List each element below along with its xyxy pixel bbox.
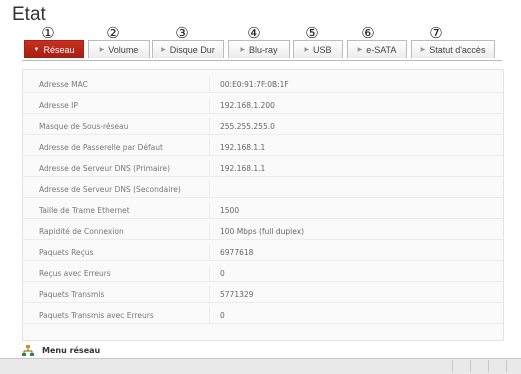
tab-label: Blu-ray bbox=[249, 44, 278, 55]
row-value: 6977618 bbox=[220, 248, 254, 257]
row-value: 0 bbox=[220, 311, 225, 320]
caret-right-icon: ▶ bbox=[420, 47, 426, 53]
caret-right-icon: ▶ bbox=[161, 47, 166, 53]
row-label: Adresse MAC bbox=[39, 80, 88, 89]
table-row: Adresse MAC 00:E0:91:7F:0B:1F bbox=[23, 76, 503, 93]
row-value: 5771329 bbox=[220, 290, 254, 299]
row-value: 192.168.1.200 bbox=[220, 101, 275, 110]
network-status-table: Adresse MAC 00:E0:91:7F:0B:1F Adresse IP… bbox=[22, 69, 504, 341]
row-value: 00:E0:91:7F:0B:1F bbox=[220, 80, 289, 89]
tab-disque-dur[interactable]: ▶ Disque Dur bbox=[152, 40, 224, 58]
caret-right-icon: ▶ bbox=[99, 47, 105, 53]
table-row: Masque de Sous-réseau 255.255.255.0 bbox=[23, 118, 503, 135]
table-row: Paquets Transmis 5771329 bbox=[23, 286, 503, 303]
row-value: 100 Mbps (full duplex) bbox=[220, 227, 305, 236]
table-row: Rapidité de Connexion 100 Mbps (full dup… bbox=[23, 223, 503, 240]
row-label: Masque de Sous-réseau bbox=[39, 122, 129, 131]
row-label: Adresse de Serveur DNS (Primaire) bbox=[39, 164, 171, 173]
row-label: Rapidité de Connexion bbox=[39, 227, 124, 236]
row-value: 192.168.1.1 bbox=[220, 143, 266, 152]
tab-label: e-SATA bbox=[366, 44, 397, 55]
tab-e-sata[interactable]: ▶ e-SATA bbox=[347, 40, 407, 58]
menu-reseau-label: Menu réseau bbox=[42, 346, 101, 355]
row-label: Adresse de Serveur DNS (Secondaire) bbox=[39, 185, 181, 194]
tab-reseau[interactable]: ▼ Réseau bbox=[24, 40, 84, 58]
row-label: Adresse de Passerelle par Défaut bbox=[39, 143, 163, 152]
row-label: Adresse IP bbox=[39, 101, 78, 110]
caret-right-icon: ▶ bbox=[240, 47, 246, 53]
table-row: Adresse de Serveur DNS (Primaire) 192.16… bbox=[23, 160, 503, 177]
row-value: 0 bbox=[220, 269, 225, 278]
network-icon bbox=[22, 345, 34, 356]
status-tab-bar: ▼ Réseau ▶ Volume ▶ Disque Dur ▶ Blu-ray… bbox=[22, 40, 502, 61]
table-row: Adresse de Serveur DNS (Secondaire) bbox=[23, 181, 503, 198]
row-label: Reçus avec Erreurs bbox=[39, 269, 111, 278]
caret-right-icon: ▶ bbox=[304, 47, 310, 53]
tab-label: Statut d'accès bbox=[429, 44, 486, 55]
tab-blu-ray[interactable]: ▶ Blu-ray bbox=[228, 40, 290, 58]
row-value: 255.255.255.0 bbox=[220, 122, 275, 131]
caret-down-icon: ▼ bbox=[33, 46, 40, 53]
row-value: 192.168.1.1 bbox=[220, 164, 266, 173]
tab-label: Disque Dur bbox=[169, 44, 215, 55]
table-row: Reçus avec Erreurs 0 bbox=[23, 265, 503, 282]
row-label: Paquets Reçus bbox=[39, 248, 94, 257]
page-title: Etat bbox=[12, 4, 46, 25]
tab-volume[interactable]: ▶ Volume bbox=[88, 40, 150, 58]
caret-right-icon: ▶ bbox=[357, 47, 363, 53]
table-row: Paquets Reçus 6977618 bbox=[23, 244, 503, 261]
status-bar bbox=[0, 358, 521, 374]
row-value: 1500 bbox=[220, 206, 240, 215]
status-bar-segment bbox=[470, 360, 487, 372]
tab-label: USB bbox=[313, 44, 332, 55]
table-row: Adresse de Passerelle par Défaut 192.168… bbox=[23, 139, 503, 156]
menu-reseau-link[interactable]: Menu réseau bbox=[22, 345, 100, 356]
row-label: Paquets Transmis bbox=[39, 290, 105, 299]
tab-label: Volume bbox=[108, 44, 139, 55]
table-row: Taille de Trame Ethernet 1500 bbox=[23, 202, 503, 219]
row-label: Paquets Transmis avec Erreurs bbox=[39, 311, 154, 320]
status-bar-segment bbox=[506, 360, 521, 372]
row-label: Taille de Trame Ethernet bbox=[39, 206, 130, 215]
status-bar-segment bbox=[488, 360, 505, 372]
tab-usb[interactable]: ▶ USB bbox=[293, 40, 343, 58]
status-bar-segment bbox=[452, 360, 469, 372]
table-row: Paquets Transmis avec Erreurs 0 bbox=[23, 307, 503, 324]
table-row: Adresse IP 192.168.1.200 bbox=[23, 97, 503, 114]
tab-label: Réseau bbox=[43, 44, 75, 55]
tab-statut-acces[interactable]: ▶ Statut d'accès bbox=[411, 40, 495, 58]
